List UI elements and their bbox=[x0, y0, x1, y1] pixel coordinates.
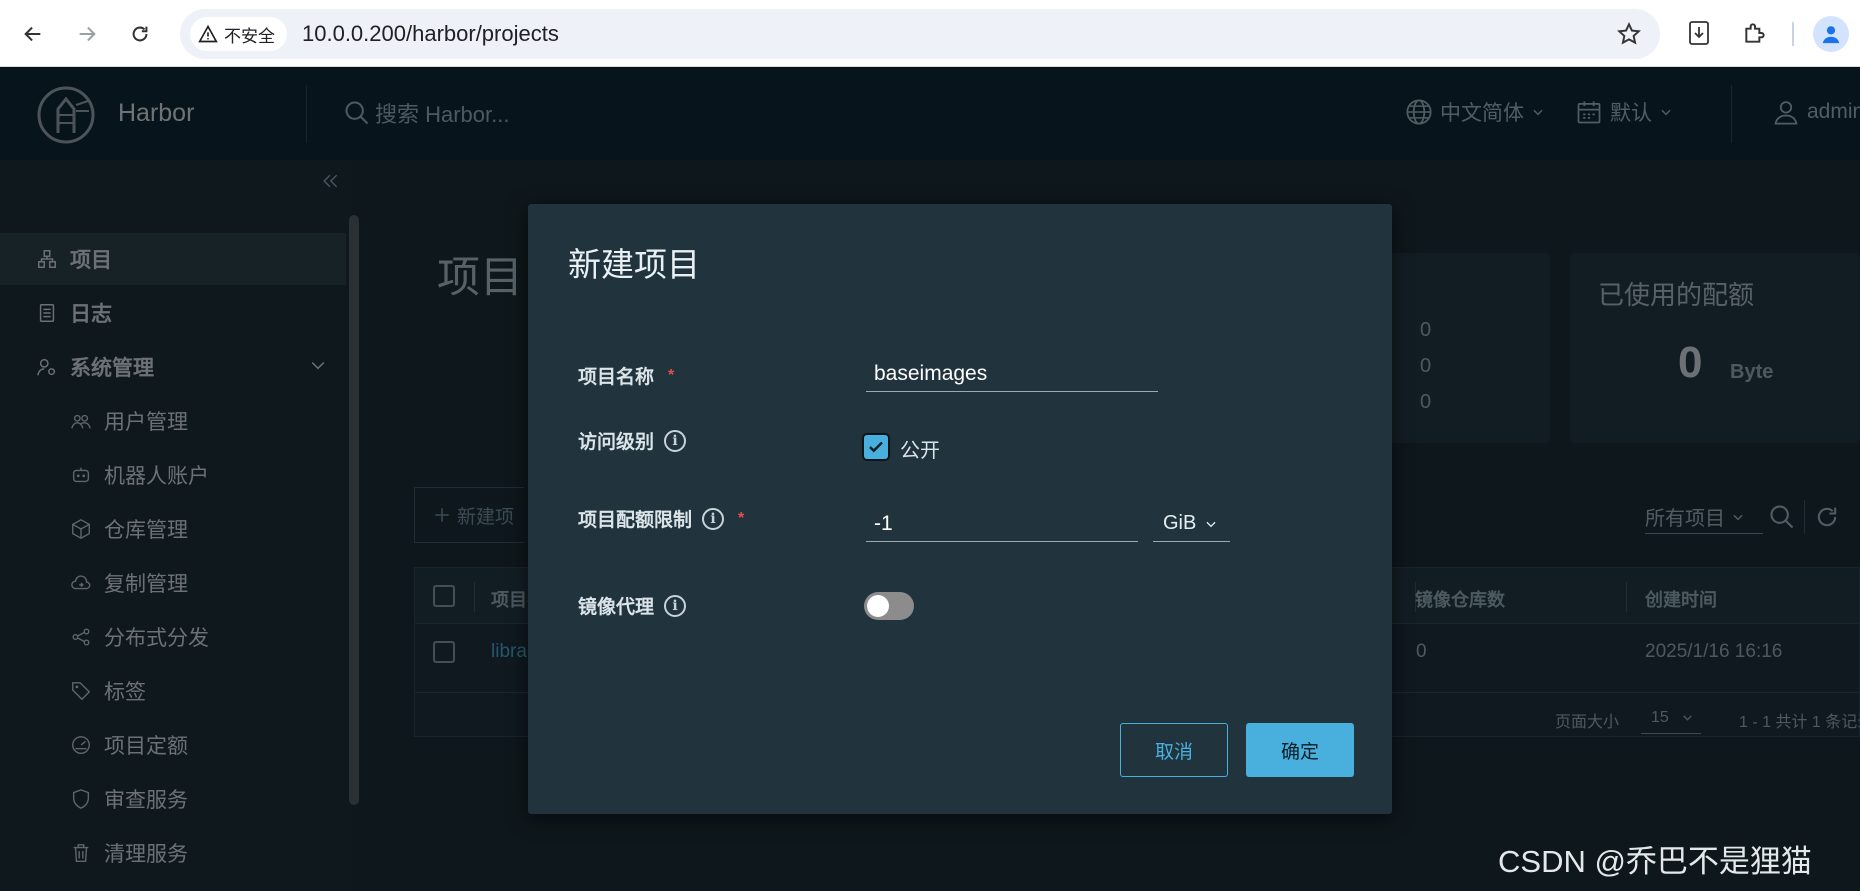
warning-icon bbox=[198, 24, 218, 43]
project-name-label-text: 项目名称 bbox=[578, 367, 655, 388]
access-level-label-text: 访问级别 bbox=[578, 432, 655, 453]
security-label: 不安全 bbox=[224, 26, 275, 46]
person-icon bbox=[1822, 26, 1840, 44]
project-name-label: 项目名称 * bbox=[578, 362, 674, 389]
quota-limit-label-text: 项目配额限制 bbox=[578, 510, 693, 531]
cancel-button[interactable]: 取消 bbox=[1120, 723, 1228, 777]
project-name-input[interactable] bbox=[866, 356, 1158, 392]
watermark-text: CSDN @乔巴不是狸猫 bbox=[1498, 844, 1812, 879]
quota-unit-select[interactable]: GiB bbox=[1153, 506, 1230, 542]
access-level-label: 访问级别 i bbox=[578, 427, 687, 454]
quota-unit-value: GiB bbox=[1163, 512, 1197, 534]
browser-chrome: 不安全 10.0.0.200/harbor/projects bbox=[0, 0, 1860, 67]
dialog-title: 新建项目 bbox=[568, 246, 700, 283]
profile-button[interactable] bbox=[1813, 16, 1849, 52]
required-asterisk: * bbox=[668, 366, 675, 384]
toolbar-divider bbox=[1792, 22, 1794, 46]
toggle-knob bbox=[867, 595, 889, 617]
url-text[interactable]: 10.0.0.200/harbor/projects bbox=[302, 9, 559, 59]
back-button[interactable] bbox=[14, 15, 52, 53]
proxy-cache-label-text: 镜像代理 bbox=[578, 597, 655, 618]
extensions-button[interactable] bbox=[1740, 18, 1770, 48]
public-checkbox[interactable] bbox=[862, 433, 890, 461]
security-chip[interactable]: 不安全 bbox=[190, 17, 287, 51]
ok-button[interactable]: 确定 bbox=[1246, 723, 1354, 777]
required-asterisk: * bbox=[738, 509, 745, 527]
quota-limit-label: 项目配额限制 i * bbox=[578, 505, 744, 532]
checkmark-icon bbox=[869, 441, 883, 453]
puzzle-icon bbox=[1745, 23, 1765, 43]
chevron-down-icon bbox=[1206, 521, 1216, 527]
new-project-dialog: 新建项目 项目名称 * 访问级别 i 公开 项目配额限制 i * GiB 镜像代理… bbox=[528, 204, 1392, 814]
reload-button[interactable] bbox=[121, 15, 159, 53]
bookmark-star-icon[interactable] bbox=[1616, 21, 1642, 47]
info-icon[interactable]: i bbox=[664, 594, 687, 617]
reload-icon bbox=[132, 26, 148, 42]
proxy-cache-toggle[interactable] bbox=[864, 592, 914, 620]
address-bar[interactable]: 不安全 10.0.0.200/harbor/projects bbox=[180, 9, 1660, 59]
info-icon[interactable]: i bbox=[664, 429, 687, 452]
quota-limit-input[interactable] bbox=[866, 506, 1138, 542]
arrow-left-icon bbox=[24, 26, 41, 42]
proxy-cache-label: 镜像代理 i bbox=[578, 592, 687, 619]
info-icon[interactable]: i bbox=[702, 507, 725, 530]
download-icon bbox=[1689, 21, 1709, 45]
arrow-right-icon bbox=[79, 26, 96, 42]
public-label[interactable]: 公开 bbox=[900, 434, 940, 463]
download-button[interactable] bbox=[1684, 18, 1714, 48]
forward-button[interactable] bbox=[68, 15, 106, 53]
